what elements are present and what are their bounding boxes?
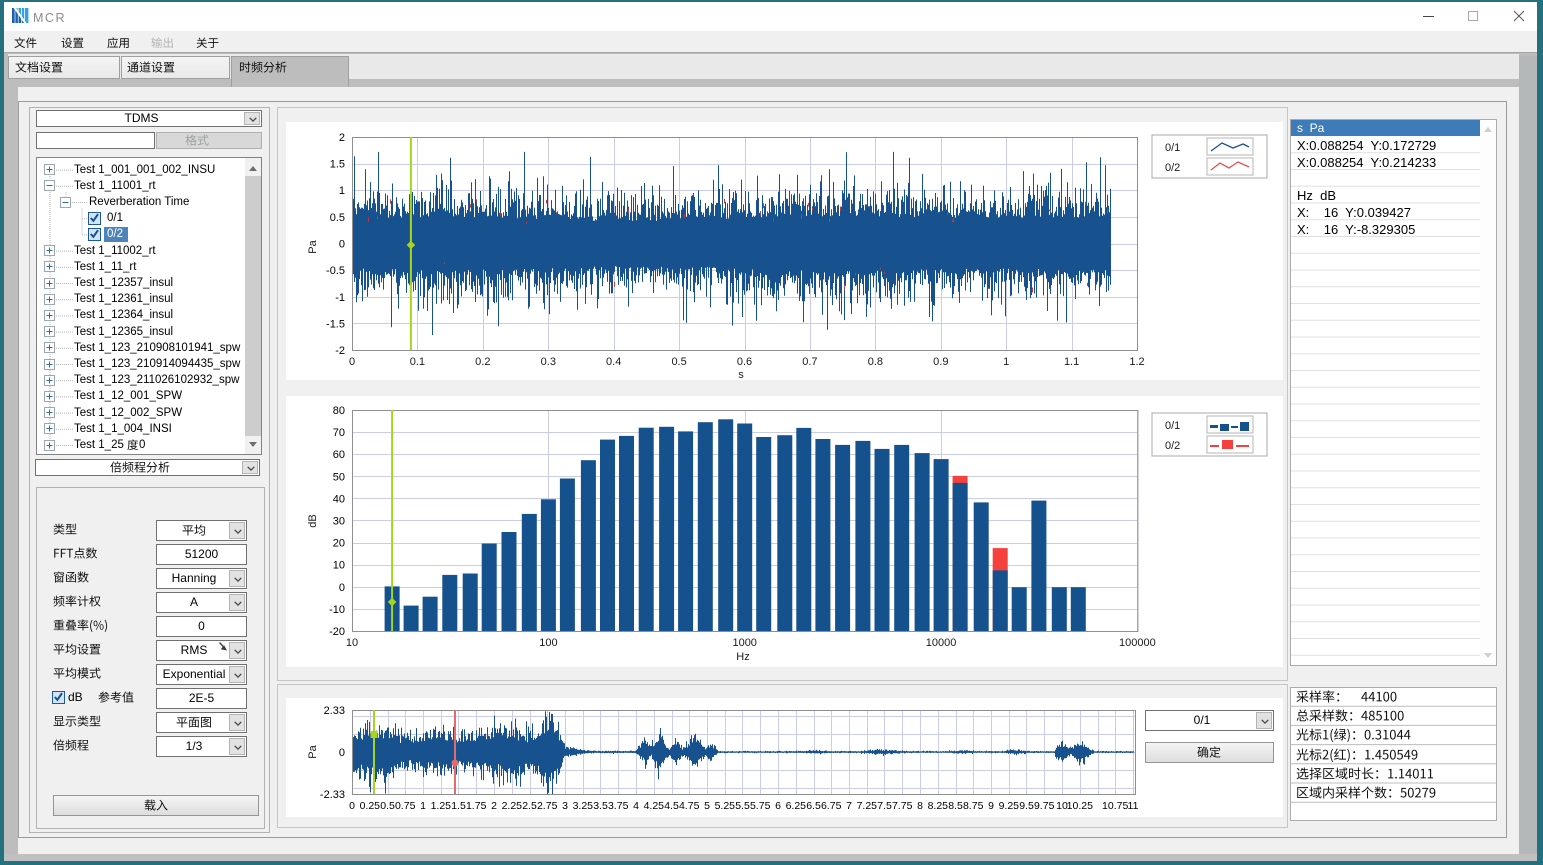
svg-text:1: 1 bbox=[1003, 356, 1009, 368]
svg-text:0.1: 0.1 bbox=[410, 356, 425, 368]
svg-text:0: 0 bbox=[339, 747, 345, 759]
svg-text:2.25: 2.25 bbox=[502, 800, 523, 812]
svg-text:8.75: 8.75 bbox=[963, 800, 984, 812]
svg-text:10: 10 bbox=[346, 637, 358, 649]
svg-text:2: 2 bbox=[339, 132, 345, 144]
svg-text:2: 2 bbox=[491, 800, 497, 812]
svg-text:6.25: 6.25 bbox=[786, 800, 807, 812]
svg-text:0: 0 bbox=[339, 239, 345, 251]
svg-text:0.75: 0.75 bbox=[395, 800, 416, 812]
svg-text:-2: -2 bbox=[335, 345, 345, 357]
svg-text:3.25: 3.25 bbox=[573, 800, 594, 812]
svg-text:9.5: 9.5 bbox=[1019, 800, 1034, 812]
svg-text:10000: 10000 bbox=[926, 637, 957, 649]
svg-text:9.25: 9.25 bbox=[999, 800, 1020, 812]
svg-text:80: 80 bbox=[333, 405, 345, 417]
svg-text:1: 1 bbox=[420, 800, 426, 812]
svg-text:4: 4 bbox=[633, 800, 639, 812]
svg-text:0.3: 0.3 bbox=[541, 356, 556, 368]
svg-text:10.75: 10.75 bbox=[1102, 800, 1128, 812]
svg-text:3: 3 bbox=[562, 800, 568, 812]
svg-text:0/1: 0/1 bbox=[1165, 142, 1180, 154]
svg-text:0.6: 0.6 bbox=[737, 356, 752, 368]
svg-text:0.5: 0.5 bbox=[380, 800, 395, 812]
svg-text:0/2: 0/2 bbox=[1165, 440, 1180, 452]
svg-text:100: 100 bbox=[539, 637, 557, 649]
svg-text:1.5: 1.5 bbox=[451, 800, 466, 812]
svg-text:1.5: 1.5 bbox=[330, 159, 345, 171]
svg-text:20: 20 bbox=[333, 538, 345, 550]
svg-text:2.33: 2.33 bbox=[324, 705, 345, 717]
svg-text:100000: 100000 bbox=[1119, 637, 1156, 649]
svg-text:10.25: 10.25 bbox=[1067, 800, 1093, 812]
svg-text:4.75: 4.75 bbox=[679, 800, 700, 812]
svg-text:7: 7 bbox=[846, 800, 852, 812]
svg-text:8: 8 bbox=[917, 800, 923, 812]
svg-text:4.25: 4.25 bbox=[644, 800, 665, 812]
svg-text:3.5: 3.5 bbox=[593, 800, 608, 812]
svg-text:4.5: 4.5 bbox=[664, 800, 679, 812]
svg-text:5: 5 bbox=[704, 800, 710, 812]
svg-text:Hz: Hz bbox=[736, 651, 749, 663]
svg-text:30: 30 bbox=[333, 516, 345, 528]
svg-text:2.75: 2.75 bbox=[537, 800, 558, 812]
svg-text:1.75: 1.75 bbox=[466, 800, 487, 812]
svg-text:0.5: 0.5 bbox=[330, 212, 345, 224]
svg-text:5.75: 5.75 bbox=[750, 800, 771, 812]
svg-text:8.5: 8.5 bbox=[948, 800, 963, 812]
svg-text:1: 1 bbox=[339, 185, 345, 197]
svg-text:2.5: 2.5 bbox=[522, 800, 537, 812]
svg-text:6.5: 6.5 bbox=[806, 800, 821, 812]
svg-text:0.5: 0.5 bbox=[671, 356, 686, 368]
svg-text:6: 6 bbox=[775, 800, 781, 812]
svg-text:60: 60 bbox=[333, 449, 345, 461]
svg-text:Pa: Pa bbox=[307, 744, 319, 758]
svg-text:-2.33: -2.33 bbox=[320, 789, 345, 801]
svg-text:7.5: 7.5 bbox=[877, 800, 892, 812]
svg-text:5.25: 5.25 bbox=[715, 800, 736, 812]
svg-text:7.25: 7.25 bbox=[857, 800, 878, 812]
svg-text:0: 0 bbox=[339, 582, 345, 594]
svg-text:11: 11 bbox=[1128, 800, 1139, 812]
svg-text:-1: -1 bbox=[335, 292, 345, 304]
svg-text:40: 40 bbox=[333, 493, 345, 505]
svg-text:0.8: 0.8 bbox=[868, 356, 883, 368]
svg-text:0/2: 0/2 bbox=[1165, 162, 1180, 174]
svg-text:0.4: 0.4 bbox=[606, 356, 621, 368]
svg-text:0.25: 0.25 bbox=[360, 800, 381, 812]
svg-text:50: 50 bbox=[333, 471, 345, 483]
svg-text:9: 9 bbox=[988, 800, 994, 812]
svg-text:s: s bbox=[738, 369, 744, 380]
svg-text:8.25: 8.25 bbox=[928, 800, 949, 812]
svg-text:-20: -20 bbox=[329, 626, 345, 638]
svg-text:0: 0 bbox=[349, 800, 355, 812]
svg-text:1.2: 1.2 bbox=[1129, 356, 1144, 368]
svg-text:0: 0 bbox=[349, 356, 355, 368]
svg-text:10: 10 bbox=[333, 560, 345, 572]
svg-text:3.75: 3.75 bbox=[608, 800, 629, 812]
svg-text:5.5: 5.5 bbox=[735, 800, 750, 812]
svg-text:0.2: 0.2 bbox=[475, 356, 490, 368]
svg-text:-10: -10 bbox=[329, 604, 345, 616]
svg-text:6.75: 6.75 bbox=[821, 800, 842, 812]
svg-text:-1.5: -1.5 bbox=[326, 318, 345, 330]
svg-text:-0.5: -0.5 bbox=[326, 265, 345, 277]
svg-text:1.25: 1.25 bbox=[431, 800, 452, 812]
svg-text:9.75: 9.75 bbox=[1034, 800, 1055, 812]
svg-text:7.75: 7.75 bbox=[892, 800, 913, 812]
svg-text:1.1: 1.1 bbox=[1064, 356, 1079, 368]
svg-text:0.7: 0.7 bbox=[802, 356, 817, 368]
svg-text:Pa: Pa bbox=[307, 239, 319, 253]
svg-text:dB: dB bbox=[307, 514, 319, 527]
svg-text:70: 70 bbox=[333, 427, 345, 439]
svg-text:0.9: 0.9 bbox=[933, 356, 948, 368]
svg-text:0/1: 0/1 bbox=[1165, 420, 1180, 432]
svg-text:1000: 1000 bbox=[732, 637, 756, 649]
